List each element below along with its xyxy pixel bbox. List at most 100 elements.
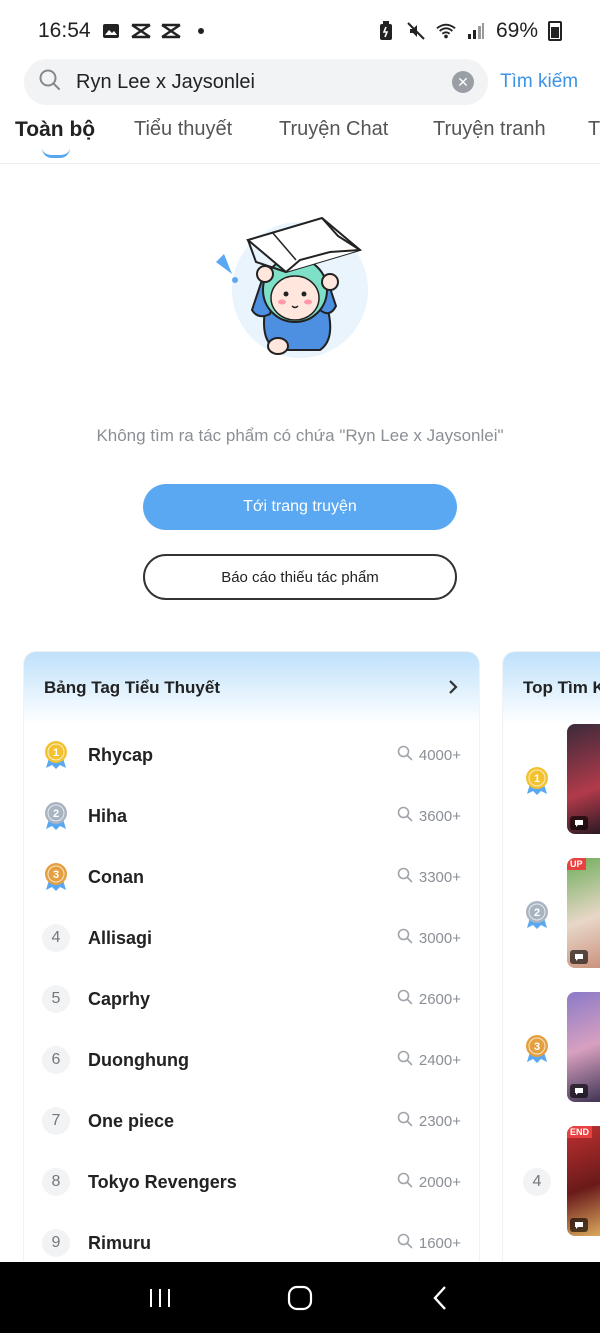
tag-count-value: 2000+	[418, 1173, 461, 1191]
rank-number-label: 7	[42, 1107, 70, 1135]
search-icon	[38, 68, 62, 97]
tag-row[interactable]: 5 Caprhy 2600+	[24, 979, 479, 1019]
search-icon	[397, 928, 413, 948]
svg-text:3: 3	[534, 1041, 540, 1053]
tag-count-value: 2300+	[418, 1112, 461, 1130]
search-box[interactable]: ✕	[24, 59, 488, 105]
battery-percent: 69%	[495, 19, 538, 42]
search-icon	[397, 1172, 413, 1192]
tag-count-value: 3300+	[418, 868, 461, 886]
medal-icon: 1	[523, 766, 551, 795]
tag-search-count: 2300+	[397, 1111, 461, 1131]
signal-icon	[466, 21, 486, 41]
report-missing-button[interactable]: Báo cáo thiếu tác phẩm	[143, 554, 457, 600]
dot-icon	[191, 21, 211, 41]
search-icon	[397, 1050, 413, 1070]
status-left: 16:54	[38, 19, 211, 43]
status-time: 16:54	[38, 19, 91, 42]
search-icon	[397, 989, 413, 1009]
tag-board-card: Bảng Tag Tiểu Thuyết 1 Rhycap 4000+ 2 Hiha 36…	[24, 652, 479, 1272]
empty-state-message: Không tìm ra tác phẩm có chứa "Ryn Lee x…	[96, 426, 504, 445]
top-search-header[interactable]: Top Tìm K	[503, 652, 600, 724]
tag-name: Caprhy	[88, 988, 151, 1009]
medal-icon: 2	[42, 802, 70, 830]
capcut-icon	[130, 21, 151, 41]
svg-text:3: 3	[53, 869, 59, 881]
tag-board-title: Bảng Tag Tiểu Thuyết	[44, 678, 220, 697]
tag-name: One piece	[88, 1110, 175, 1131]
tag-search-count: 2400+	[397, 1050, 461, 1070]
tag-search-count: 4000+	[397, 745, 461, 765]
home-icon[interactable]	[280, 1278, 320, 1318]
story-thumbnail[interactable]	[567, 992, 600, 1102]
tag-board-header[interactable]: Bảng Tag Tiểu Thuyết	[24, 652, 479, 724]
tag-row[interactable]: 6 Duonghung 2400+	[24, 1040, 479, 1080]
svg-text:2: 2	[53, 808, 59, 820]
thumbnail-label: END	[567, 1126, 593, 1138]
battery-icon	[548, 21, 562, 41]
tab-comics[interactable]: Truyện tranh	[433, 118, 546, 141]
search-input[interactable]	[62, 70, 452, 94]
tag-search-count: 3300+	[397, 867, 461, 887]
status-right: 69%	[376, 19, 562, 43]
tag-name: Rimuru	[88, 1232, 151, 1253]
tag-row[interactable]: 3 Conan 3300+	[24, 857, 479, 897]
tag-name: Hiha	[88, 805, 128, 826]
tag-count-value: 1600+	[418, 1234, 461, 1252]
tag-row[interactable]: 9 Rimuru 1600+	[24, 1223, 479, 1263]
story-thumbnail[interactable]	[567, 724, 600, 834]
tag-count-value: 2400+	[418, 1051, 461, 1069]
go-to-stories-button[interactable]: Tới trang truyện	[143, 484, 457, 530]
tag-name: Duonghung	[88, 1049, 189, 1070]
tag-row[interactable]: 4 Allisagi 3000+	[24, 918, 479, 958]
search-icon	[397, 867, 413, 887]
medal-icon: 2	[523, 900, 551, 929]
search-submit-button[interactable]: Tìm kiếm	[500, 71, 578, 93]
tag-count-value: 4000+	[418, 746, 461, 764]
chat-icon	[570, 816, 588, 830]
tag-row[interactable]: 8 Tokyo Revengers 2000+	[24, 1162, 479, 1202]
rank-number-label: 9	[42, 1229, 70, 1257]
rank-number: 9	[42, 1229, 70, 1257]
wifi-icon	[436, 21, 456, 41]
status-bar: 16:54 69%	[0, 0, 600, 62]
rank-number-label: 6	[42, 1046, 70, 1074]
mute-icon	[406, 21, 426, 41]
svg-text:1: 1	[534, 773, 540, 785]
back-icon[interactable]	[420, 1278, 460, 1318]
tab-novel[interactable]: Tiểu thuyết	[134, 118, 232, 141]
tag-name: Tokyo Revengers	[88, 1171, 237, 1192]
tag-row[interactable]: 1 Rhycap 4000+	[24, 735, 479, 775]
search-row: ✕ Tìm kiếm	[24, 58, 584, 106]
clear-icon[interactable]: ✕	[452, 71, 474, 93]
recent-apps-icon[interactable]	[140, 1278, 180, 1318]
svg-text:2: 2	[534, 907, 540, 919]
tag-count-value: 3600+	[418, 807, 461, 825]
tag-row[interactable]: 7 One piece 2300+	[24, 1101, 479, 1141]
tag-search-count: 3000+	[397, 928, 461, 948]
tag-search-count: 2000+	[397, 1172, 461, 1192]
rank-number: 4	[523, 1168, 551, 1196]
battery-saver-icon	[376, 21, 396, 41]
chevron-right-icon[interactable]	[447, 678, 459, 701]
rank-number: 6	[42, 1046, 70, 1074]
rank-number-label: 4	[523, 1168, 551, 1196]
system-nav-bar	[0, 1262, 600, 1333]
tab-all[interactable]: Toàn bộ	[15, 118, 95, 142]
story-thumbnail[interactable]: END	[567, 1126, 600, 1236]
tab-active-indicator	[42, 148, 70, 158]
rank-number-label: 8	[42, 1168, 70, 1196]
tag-row[interactable]: 2 Hiha 3600+	[24, 796, 479, 836]
capcut-icon	[160, 21, 181, 41]
story-thumbnail[interactable]: UP	[567, 858, 600, 968]
chat-icon	[570, 950, 588, 964]
category-tabs: Toàn bộ Tiểu thuyết Truyện Chat Truyện t…	[0, 112, 600, 164]
svg-text:1: 1	[53, 747, 59, 759]
search-icon	[397, 1111, 413, 1131]
search-icon	[397, 1233, 413, 1253]
tag-name: Allisagi	[88, 927, 153, 948]
tab-chat-story[interactable]: Truyện Chat	[279, 118, 388, 141]
tab-more[interactable]: T	[588, 118, 600, 141]
rank-number: 8	[42, 1168, 70, 1196]
search-icon	[397, 806, 413, 826]
